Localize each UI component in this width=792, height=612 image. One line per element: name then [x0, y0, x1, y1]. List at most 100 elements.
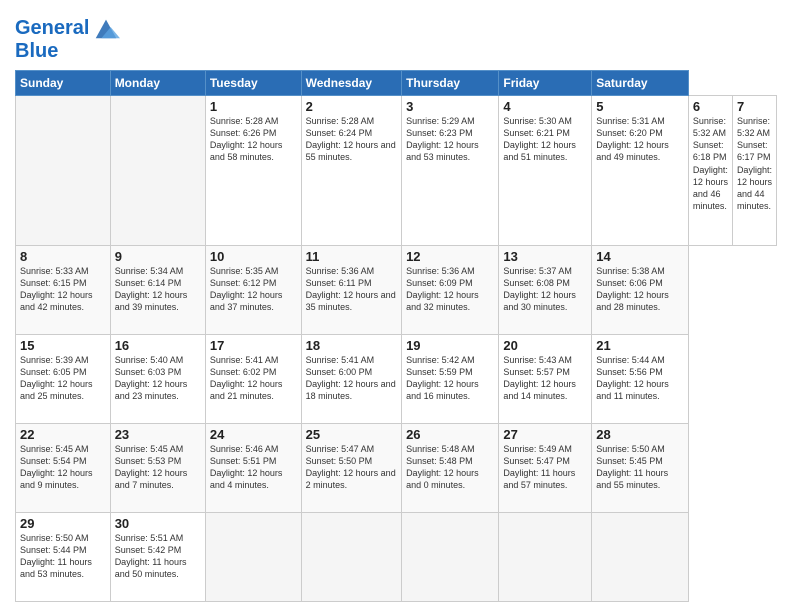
day-number: 5 [596, 99, 684, 114]
day-number: 1 [210, 99, 297, 114]
weekday-tuesday: Tuesday [205, 71, 301, 96]
day-number: 14 [596, 249, 684, 264]
cell-info: Sunrise: 5:51 AM Sunset: 5:42 PM Dayligh… [115, 532, 201, 581]
day-number: 6 [693, 99, 728, 114]
weekday-thursday: Thursday [402, 71, 499, 96]
calendar-cell: 7Sunrise: 5:32 AM Sunset: 6:17 PM Daylig… [732, 96, 776, 246]
cell-info: Sunrise: 5:45 AM Sunset: 5:54 PM Dayligh… [20, 443, 106, 492]
week-row-3: 22Sunrise: 5:45 AM Sunset: 5:54 PM Dayli… [16, 423, 777, 512]
cell-info: Sunrise: 5:48 AM Sunset: 5:48 PM Dayligh… [406, 443, 494, 492]
cell-info: Sunrise: 5:31 AM Sunset: 6:20 PM Dayligh… [596, 115, 684, 164]
cell-info: Sunrise: 5:38 AM Sunset: 6:06 PM Dayligh… [596, 265, 684, 314]
week-row-4: 29Sunrise: 5:50 AM Sunset: 5:44 PM Dayli… [16, 512, 777, 601]
calendar-cell: 18Sunrise: 5:41 AM Sunset: 6:00 PM Dayli… [301, 334, 401, 423]
calendar-cell: 15Sunrise: 5:39 AM Sunset: 6:05 PM Dayli… [16, 334, 111, 423]
calendar-cell [592, 512, 689, 601]
calendar-cell: 14Sunrise: 5:38 AM Sunset: 6:06 PM Dayli… [592, 245, 689, 334]
cell-info: Sunrise: 5:45 AM Sunset: 5:53 PM Dayligh… [115, 443, 201, 492]
day-number: 13 [503, 249, 587, 264]
calendar-cell: 30Sunrise: 5:51 AM Sunset: 5:42 PM Dayli… [110, 512, 205, 601]
calendar-cell: 1Sunrise: 5:28 AM Sunset: 6:26 PM Daylig… [205, 96, 301, 246]
day-number: 30 [115, 516, 201, 531]
calendar-cell: 13Sunrise: 5:37 AM Sunset: 6:08 PM Dayli… [499, 245, 592, 334]
calendar-cell: 6Sunrise: 5:32 AM Sunset: 6:18 PM Daylig… [688, 96, 732, 246]
day-number: 17 [210, 338, 297, 353]
cell-info: Sunrise: 5:42 AM Sunset: 5:59 PM Dayligh… [406, 354, 494, 403]
cell-info: Sunrise: 5:29 AM Sunset: 6:23 PM Dayligh… [406, 115, 494, 164]
day-number: 20 [503, 338, 587, 353]
header: General Blue [15, 10, 777, 62]
cell-info: Sunrise: 5:46 AM Sunset: 5:51 PM Dayligh… [210, 443, 297, 492]
calendar-cell: 4Sunrise: 5:30 AM Sunset: 6:21 PM Daylig… [499, 96, 592, 246]
calendar-cell [16, 96, 111, 246]
day-number: 11 [306, 249, 397, 264]
calendar-cell: 10Sunrise: 5:35 AM Sunset: 6:12 PM Dayli… [205, 245, 301, 334]
calendar-cell: 8Sunrise: 5:33 AM Sunset: 6:15 PM Daylig… [16, 245, 111, 334]
day-number: 24 [210, 427, 297, 442]
day-number: 8 [20, 249, 106, 264]
day-number: 28 [596, 427, 684, 442]
calendar-cell: 25Sunrise: 5:47 AM Sunset: 5:50 PM Dayli… [301, 423, 401, 512]
calendar-cell: 29Sunrise: 5:50 AM Sunset: 5:44 PM Dayli… [16, 512, 111, 601]
calendar-cell: 17Sunrise: 5:41 AM Sunset: 6:02 PM Dayli… [205, 334, 301, 423]
cell-info: Sunrise: 5:41 AM Sunset: 6:02 PM Dayligh… [210, 354, 297, 403]
cell-info: Sunrise: 5:50 AM Sunset: 5:45 PM Dayligh… [596, 443, 684, 492]
day-number: 23 [115, 427, 201, 442]
day-number: 10 [210, 249, 297, 264]
calendar-cell: 23Sunrise: 5:45 AM Sunset: 5:53 PM Dayli… [110, 423, 205, 512]
calendar-table: SundayMondayTuesdayWednesdayThursdayFrid… [15, 70, 777, 602]
day-number: 2 [306, 99, 397, 114]
calendar-cell: 2Sunrise: 5:28 AM Sunset: 6:24 PM Daylig… [301, 96, 401, 246]
week-row-2: 15Sunrise: 5:39 AM Sunset: 6:05 PM Dayli… [16, 334, 777, 423]
cell-info: Sunrise: 5:37 AM Sunset: 6:08 PM Dayligh… [503, 265, 587, 314]
calendar-cell [402, 512, 499, 601]
cell-info: Sunrise: 5:32 AM Sunset: 6:17 PM Dayligh… [737, 115, 772, 212]
calendar-cell: 28Sunrise: 5:50 AM Sunset: 5:45 PM Dayli… [592, 423, 689, 512]
calendar-cell: 22Sunrise: 5:45 AM Sunset: 5:54 PM Dayli… [16, 423, 111, 512]
calendar-cell [205, 512, 301, 601]
calendar-cell: 3Sunrise: 5:29 AM Sunset: 6:23 PM Daylig… [402, 96, 499, 246]
day-number: 7 [737, 99, 772, 114]
calendar-body: 1Sunrise: 5:28 AM Sunset: 6:26 PM Daylig… [16, 96, 777, 602]
weekday-sunday: Sunday [16, 71, 111, 96]
cell-info: Sunrise: 5:50 AM Sunset: 5:44 PM Dayligh… [20, 532, 106, 581]
calendar-container: General Blue SundayMondayTuesdayWednesda… [0, 0, 792, 612]
calendar-cell: 21Sunrise: 5:44 AM Sunset: 5:56 PM Dayli… [592, 334, 689, 423]
cell-info: Sunrise: 5:41 AM Sunset: 6:00 PM Dayligh… [306, 354, 397, 403]
day-number: 16 [115, 338, 201, 353]
calendar-cell: 5Sunrise: 5:31 AM Sunset: 6:20 PM Daylig… [592, 96, 689, 246]
calendar-cell: 12Sunrise: 5:36 AM Sunset: 6:09 PM Dayli… [402, 245, 499, 334]
weekday-wednesday: Wednesday [301, 71, 401, 96]
cell-info: Sunrise: 5:43 AM Sunset: 5:57 PM Dayligh… [503, 354, 587, 403]
cell-info: Sunrise: 5:47 AM Sunset: 5:50 PM Dayligh… [306, 443, 397, 492]
weekday-monday: Monday [110, 71, 205, 96]
cell-info: Sunrise: 5:35 AM Sunset: 6:12 PM Dayligh… [210, 265, 297, 314]
cell-info: Sunrise: 5:36 AM Sunset: 6:09 PM Dayligh… [406, 265, 494, 314]
cell-info: Sunrise: 5:36 AM Sunset: 6:11 PM Dayligh… [306, 265, 397, 314]
cell-info: Sunrise: 5:28 AM Sunset: 6:24 PM Dayligh… [306, 115, 397, 164]
day-number: 26 [406, 427, 494, 442]
logo: General Blue [15, 14, 120, 62]
day-number: 25 [306, 427, 397, 442]
cell-info: Sunrise: 5:32 AM Sunset: 6:18 PM Dayligh… [693, 115, 728, 212]
calendar-cell [499, 512, 592, 601]
calendar-cell: 24Sunrise: 5:46 AM Sunset: 5:51 PM Dayli… [205, 423, 301, 512]
day-number: 18 [306, 338, 397, 353]
logo-line2: Blue [15, 40, 120, 62]
weekday-saturday: Saturday [592, 71, 689, 96]
weekday-header: SundayMondayTuesdayWednesdayThursdayFrid… [16, 71, 777, 96]
calendar-cell [301, 512, 401, 601]
cell-info: Sunrise: 5:33 AM Sunset: 6:15 PM Dayligh… [20, 265, 106, 314]
day-number: 15 [20, 338, 106, 353]
day-number: 19 [406, 338, 494, 353]
day-number: 3 [406, 99, 494, 114]
calendar-cell: 16Sunrise: 5:40 AM Sunset: 6:03 PM Dayli… [110, 334, 205, 423]
cell-info: Sunrise: 5:49 AM Sunset: 5:47 PM Dayligh… [503, 443, 587, 492]
day-number: 9 [115, 249, 201, 264]
week-row-1: 8Sunrise: 5:33 AM Sunset: 6:15 PM Daylig… [16, 245, 777, 334]
day-number: 21 [596, 338, 684, 353]
week-row-0: 1Sunrise: 5:28 AM Sunset: 6:26 PM Daylig… [16, 96, 777, 246]
day-number: 27 [503, 427, 587, 442]
day-number: 22 [20, 427, 106, 442]
logo-line1: General [15, 17, 89, 39]
